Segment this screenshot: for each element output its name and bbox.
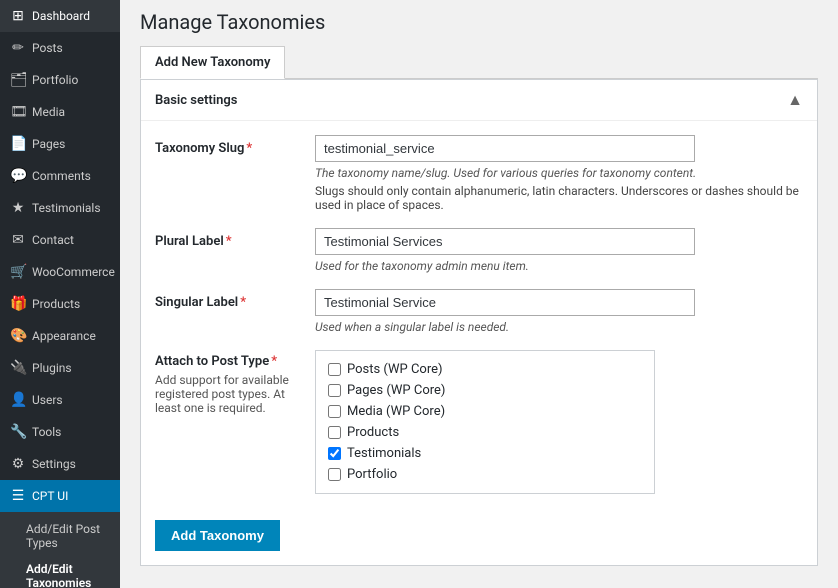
plugins-icon: 🔌	[10, 360, 26, 376]
pages-icon: 📄	[10, 136, 26, 152]
cptui-icon: ☰	[10, 488, 26, 504]
submenu-add-edit-taxonomies[interactable]: Add/Edit Taxonomies	[0, 556, 120, 588]
sidebar-label-testimonials: Testimonials	[32, 201, 101, 215]
required-star-slug: *	[246, 141, 252, 156]
plural-label-label: Plural Label*	[155, 228, 315, 249]
sidebar-item-contact[interactable]: ✉ Contact	[0, 224, 120, 256]
sidebar-item-portfolio[interactable]: 🗂 Portfolio	[0, 64, 120, 96]
sidebar-item-tools[interactable]: 🔧 Tools	[0, 416, 120, 448]
taxonomy-slug-row: Taxonomy Slug* The taxonomy name/slug. U…	[155, 135, 803, 212]
checkbox-pages-input[interactable]	[328, 384, 341, 397]
tools-icon: 🔧	[10, 424, 26, 440]
checkbox-posts-input[interactable]	[328, 363, 341, 376]
checkbox-products-input[interactable]	[328, 426, 341, 439]
testimonials-icon: ★	[10, 200, 26, 216]
sidebar-label-products: Products	[32, 297, 80, 311]
required-star-posttype: *	[271, 354, 277, 369]
products-icon: 🎁	[10, 296, 26, 312]
sidebar-item-testimonials[interactable]: ★ Testimonials	[0, 192, 120, 224]
submenu-add-edit-post-types[interactable]: Add/Edit Post Types	[0, 516, 120, 556]
taxonomy-slug-field: The taxonomy name/slug. Used for various…	[315, 135, 803, 212]
sidebar-label-portfolio: Portfolio	[32, 73, 78, 87]
sidebar-item-woocommerce[interactable]: 🛒 WooCommerce	[0, 256, 120, 288]
taxonomy-slug-note: Slugs should only contain alphanumeric, …	[315, 184, 803, 212]
sidebar-label-tools: Tools	[32, 425, 61, 439]
checkbox-media-input[interactable]	[328, 405, 341, 418]
sidebar-label-cptui: CPT UI	[32, 489, 68, 503]
tab-add-new-taxonomy[interactable]: Add New Taxonomy	[140, 46, 285, 79]
sidebar: ⊞ Dashboard ✏ Posts 🗂 Portfolio 🎞 Media …	[0, 0, 120, 588]
sidebar-label-plugins: Plugins	[32, 361, 72, 375]
checkbox-portfolio-input[interactable]	[328, 468, 341, 481]
sidebar-label-comments: Comments	[32, 169, 91, 183]
sidebar-item-settings[interactable]: ⚙ Settings	[0, 448, 120, 480]
cptui-submenu: Add/Edit Post Types Add/Edit Taxonomies …	[0, 512, 120, 588]
singular-label-label: Singular Label*	[155, 289, 315, 310]
sidebar-item-dashboard[interactable]: ⊞ Dashboard	[0, 0, 120, 32]
contact-icon: ✉	[10, 232, 26, 248]
sidebar-item-products[interactable]: 🎁 Products	[0, 288, 120, 320]
section-title: Basic settings	[155, 93, 237, 108]
tab-bar: Add New Taxonomy	[140, 46, 818, 79]
taxonomy-slug-hint: The taxonomy name/slug. Used for various…	[315, 166, 803, 180]
post-type-field-col: Posts (WP Core) Pages (WP Core) Media (W…	[315, 350, 803, 494]
sidebar-label-posts: Posts	[32, 41, 63, 55]
sidebar-label-pages: Pages	[32, 137, 65, 151]
checkbox-testimonials[interactable]: Testimonials	[328, 443, 642, 464]
dashboard-icon: ⊞	[10, 8, 26, 24]
checkbox-group: Posts (WP Core) Pages (WP Core) Media (W…	[315, 350, 655, 494]
checkbox-posts[interactable]: Posts (WP Core)	[328, 359, 642, 380]
singular-label-hint: Used when a singular label is needed.	[315, 320, 803, 334]
attach-post-type-desc: Add support for available registered pos…	[155, 373, 295, 415]
posts-icon: ✏	[10, 40, 26, 56]
form-body: Taxonomy Slug* The taxonomy name/slug. U…	[141, 121, 817, 565]
taxonomy-slug-label: Taxonomy Slug*	[155, 135, 315, 156]
checkbox-testimonials-input[interactable]	[328, 447, 341, 460]
required-star-singular: *	[240, 295, 246, 310]
sidebar-label-media: Media	[32, 105, 65, 119]
media-icon: 🎞	[10, 104, 26, 120]
plural-label-field: Used for the taxonomy admin menu item.	[315, 228, 803, 273]
portfolio-icon: 🗂	[10, 72, 26, 88]
sidebar-item-posts[interactable]: ✏ Posts	[0, 32, 120, 64]
sidebar-item-media[interactable]: 🎞 Media	[0, 96, 120, 128]
attach-post-type-row: Attach to Post Type* Add support for ava…	[155, 350, 803, 494]
checkbox-pages[interactable]: Pages (WP Core)	[328, 380, 642, 401]
comments-icon: 💬	[10, 168, 26, 184]
appearance-icon: 🎨	[10, 328, 26, 344]
plural-label-row: Plural Label* Used for the taxonomy admi…	[155, 228, 803, 273]
form-card: Basic settings ▲ Taxonomy Slug* The taxo…	[140, 79, 818, 566]
plural-label-hint: Used for the taxonomy admin menu item.	[315, 259, 803, 273]
attach-post-type-label: Attach to Post Type* Add support for ava…	[155, 350, 315, 415]
add-taxonomy-button[interactable]: Add Taxonomy	[155, 520, 280, 551]
sidebar-item-comments[interactable]: 💬 Comments	[0, 160, 120, 192]
checkbox-portfolio[interactable]: Portfolio	[328, 464, 642, 485]
sidebar-item-plugins[interactable]: 🔌 Plugins	[0, 352, 120, 384]
singular-label-row: Singular Label* Used when a singular lab…	[155, 289, 803, 334]
woocommerce-icon: 🛒	[10, 264, 26, 280]
sidebar-label-woocommerce: WooCommerce	[32, 265, 115, 279]
sidebar-label-contact: Contact	[32, 233, 74, 247]
sidebar-item-cptui[interactable]: ☰ CPT UI	[0, 480, 120, 512]
users-icon: 👤	[10, 392, 26, 408]
sidebar-label-dashboard: Dashboard	[32, 9, 90, 23]
sidebar-label-appearance: Appearance	[32, 329, 96, 343]
settings-icon: ⚙	[10, 456, 26, 472]
sidebar-item-users[interactable]: 👤 Users	[0, 384, 120, 416]
sidebar-item-pages[interactable]: 📄 Pages	[0, 128, 120, 160]
collapse-icon[interactable]: ▲	[787, 90, 803, 110]
checkbox-media[interactable]: Media (WP Core)	[328, 401, 642, 422]
required-star-plural: *	[226, 234, 232, 249]
taxonomy-slug-input[interactable]	[315, 135, 695, 162]
checkbox-products[interactable]: Products	[328, 422, 642, 443]
main-content: Manage Taxonomies Add New Taxonomy Basic…	[120, 0, 838, 588]
sidebar-label-settings: Settings	[32, 457, 76, 471]
page-title: Manage Taxonomies	[140, 10, 818, 34]
sidebar-item-appearance[interactable]: 🎨 Appearance	[0, 320, 120, 352]
singular-label-input[interactable]	[315, 289, 695, 316]
form-card-header: Basic settings ▲	[141, 80, 817, 121]
sidebar-label-users: Users	[32, 393, 63, 407]
plural-label-input[interactable]	[315, 228, 695, 255]
singular-label-field: Used when a singular label is needed.	[315, 289, 803, 334]
